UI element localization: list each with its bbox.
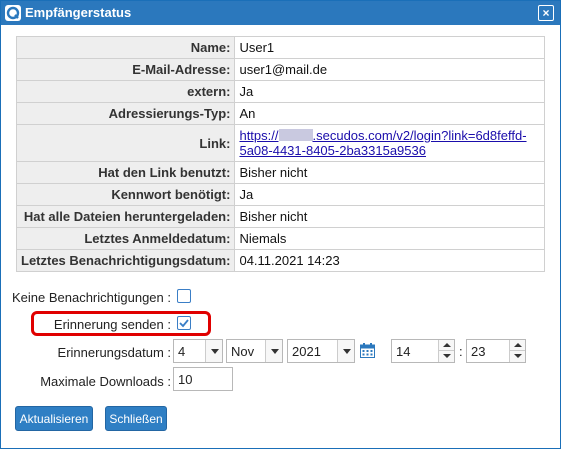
row-value: Ja (234, 80, 545, 103)
row-value: user1@mail.de (234, 58, 545, 81)
checkmark-icon (179, 319, 189, 328)
table-row: Adressierungs-Typ: An (15, 102, 545, 125)
day-select[interactable]: 4 (173, 339, 223, 363)
table-row: E-Mail-Adresse: user1@mail.de (15, 58, 545, 81)
table-row: Hat alle Dateien heruntergeladen: Bisher… (15, 205, 545, 228)
month-select[interactable]: Nov (226, 339, 283, 363)
row-value: An (234, 102, 545, 125)
reminder-checkbox[interactable] (177, 316, 191, 330)
row-label: E-Mail-Adresse: (15, 58, 236, 81)
row-value: https://.secudos.com/v2/login?link=6d8fe… (234, 124, 545, 162)
row-label: Hat den Link benutzt: (15, 161, 236, 184)
reminder-label: Erinnerung senden : (53, 317, 171, 332)
redacted-block (278, 129, 313, 141)
table-row: Hat den Link benutzt: Bisher nicht (15, 161, 545, 184)
hour-value: 14 (396, 344, 411, 359)
month-value: Nov (231, 344, 255, 359)
recipient-info-table: Name: User1 E-Mail-Adresse: user1@mail.d… (15, 36, 545, 272)
table-row: Name: User1 (15, 36, 545, 59)
reminder-date-label: Erinnerungsdatum : (57, 345, 171, 360)
row-label: Kennwort benötigt: (15, 183, 236, 206)
row-label: Adressierungs-Typ: (15, 102, 236, 125)
recipient-status-dialog: Empfängerstatus × Name: User1 E-Mail-Adr… (0, 0, 561, 449)
minute-stepper-buttons (509, 340, 525, 362)
no-notifications-label: Keine Benachrichtigungen : (11, 290, 171, 305)
row-label: Letztes Anmeldedatum: (15, 227, 236, 250)
close-button[interactable]: Schließen (105, 406, 167, 431)
increment-icon[interactable] (439, 340, 454, 351)
table-row: Kennwort benötigt: Ja (15, 183, 545, 206)
row-value: Ja (234, 183, 545, 206)
time-separator: : (459, 344, 463, 359)
close-icon[interactable]: × (538, 5, 554, 21)
row-value: Bisher nicht (234, 161, 545, 184)
row-label: Link: (15, 124, 236, 162)
decrement-icon[interactable] (439, 351, 454, 362)
row-label: extern: (15, 80, 236, 103)
row-value: Niemals (234, 227, 545, 250)
no-notifications-checkbox[interactable] (177, 289, 191, 303)
login-link[interactable]: https://.secudos.com/v2/login?link=6d8fe… (239, 128, 526, 158)
dialog-title: Empfängerstatus (25, 5, 132, 20)
app-logo-icon (5, 5, 21, 21)
dialog-titlebar: Empfängerstatus × (1, 1, 560, 25)
row-value: Bisher nicht (234, 205, 545, 228)
hour-stepper-buttons (438, 340, 454, 362)
max-downloads-label: Maximale Downloads : (40, 374, 171, 389)
row-label: Hat alle Dateien heruntergeladen: (15, 205, 236, 228)
table-row: extern: Ja (15, 80, 545, 103)
minute-value: 23 (471, 344, 486, 359)
row-value: User1 (234, 36, 545, 59)
link-prefix: https:// (239, 128, 279, 143)
hour-stepper[interactable]: 14 (391, 339, 455, 363)
chevron-down-icon (205, 340, 222, 362)
year-select[interactable]: 2021 (287, 339, 355, 363)
minute-stepper[interactable]: 23 (466, 339, 526, 363)
max-downloads-value: 10 (178, 372, 193, 387)
increment-icon[interactable] (510, 340, 525, 351)
year-value: 2021 (292, 344, 321, 359)
chevron-down-icon (265, 340, 282, 362)
calendar-icon[interactable] (360, 343, 375, 361)
row-label: Letztes Benachrichtigungsdatum: (15, 249, 236, 272)
decrement-icon[interactable] (510, 351, 525, 362)
table-row: Letztes Anmeldedatum: Niemals (15, 227, 545, 250)
update-button[interactable]: Aktualisieren (15, 406, 93, 431)
row-value: 04.11.2021 14:23 (234, 249, 545, 272)
table-row: Link: https://.secudos.com/v2/login?link… (15, 124, 545, 162)
chevron-down-icon (337, 340, 354, 362)
day-value: 4 (178, 344, 186, 359)
table-row: Letztes Benachrichtigungsdatum: 04.11.20… (15, 249, 545, 272)
max-downloads-input[interactable]: 10 (173, 367, 233, 391)
row-label: Name: (15, 36, 236, 59)
